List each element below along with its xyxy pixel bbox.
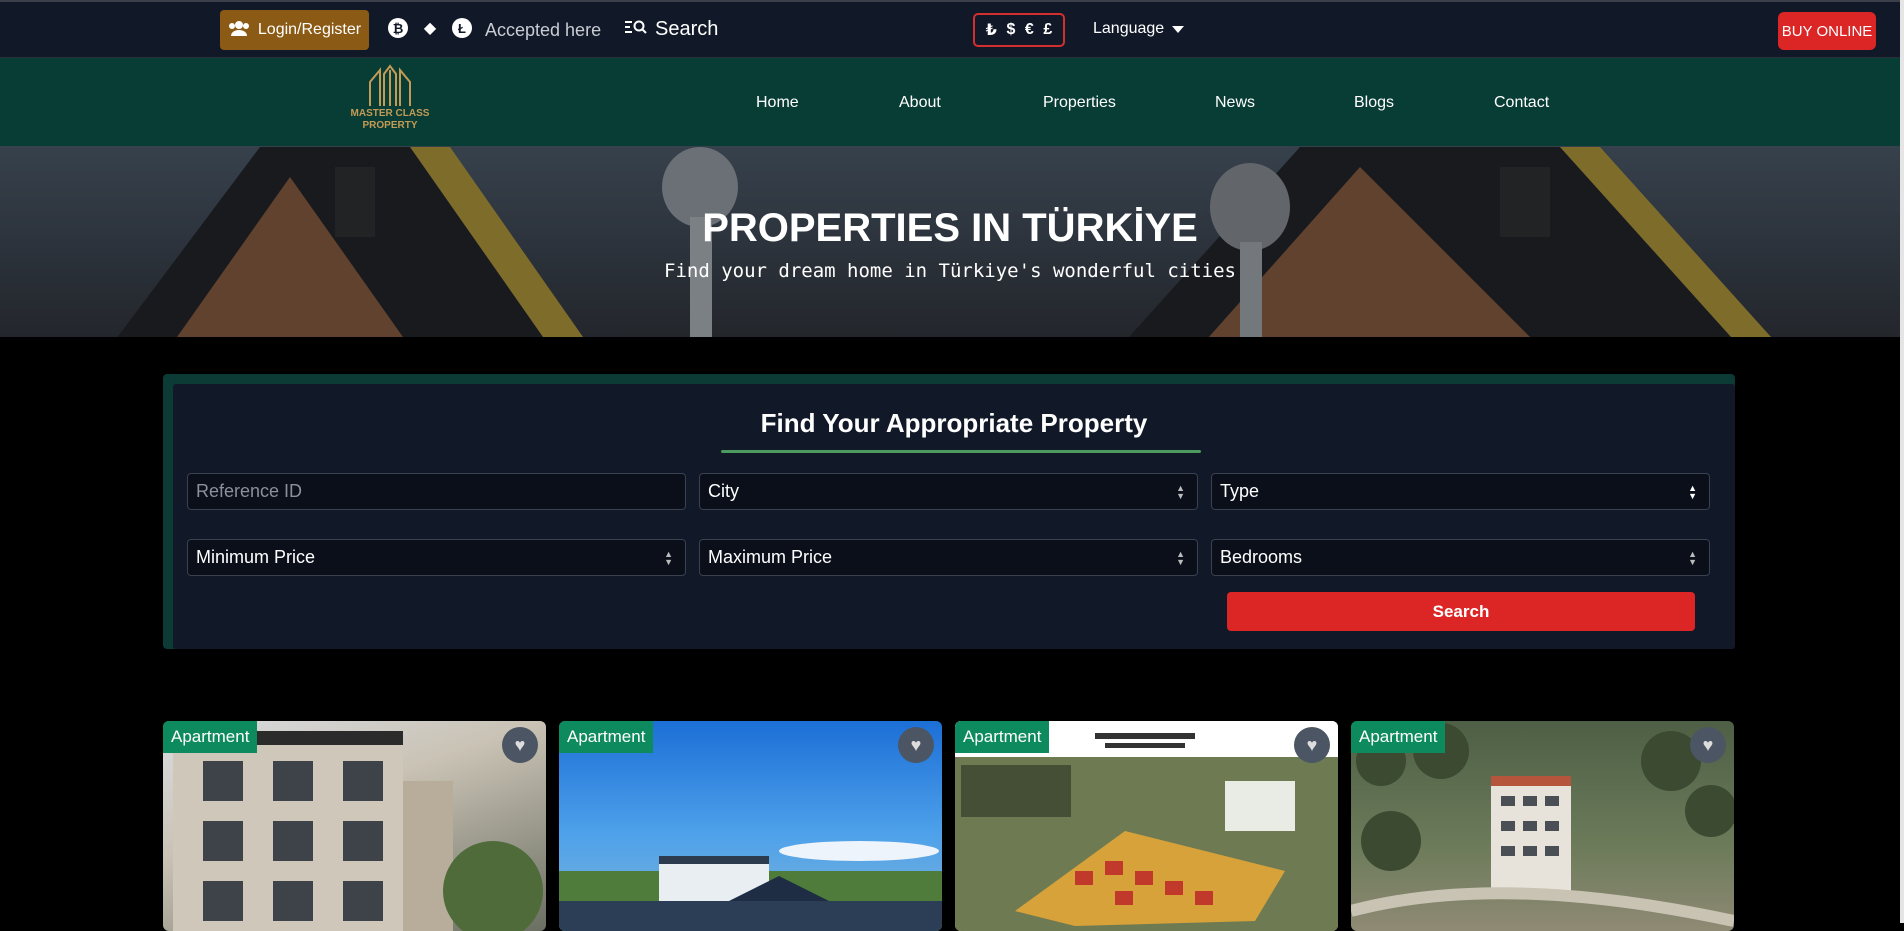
hero-banner: PROPERTIES IN TÜRKİYE Find your dream ho… bbox=[0, 146, 1900, 337]
login-register-label: Login/Register bbox=[257, 21, 362, 38]
heart-icon[interactable]: ♥ bbox=[1690, 727, 1726, 763]
currency-usd[interactable]: $ bbox=[1006, 21, 1015, 39]
property-card-2[interactable]: Apartment ♥ bbox=[559, 721, 942, 931]
hero-title: PROPERTIES IN TÜRKİYE bbox=[702, 206, 1198, 250]
select-arrows-icon: ▲ ▼ bbox=[1176, 549, 1185, 567]
title-underline bbox=[721, 450, 1201, 453]
main-navbar: MASTER CLASS PROPERTY Home About Propert… bbox=[0, 58, 1900, 146]
heart-icon[interactable]: ♥ bbox=[502, 727, 538, 763]
search-submit-button[interactable]: Search bbox=[1227, 592, 1695, 631]
type-select[interactable]: Type ▲ ▼ bbox=[1211, 473, 1710, 510]
logo-line-1: MASTER CLASS bbox=[350, 108, 430, 119]
currency-selector: ₺ $ € £ bbox=[973, 13, 1065, 47]
users-icon bbox=[228, 20, 250, 41]
logo-mark-icon bbox=[369, 64, 411, 106]
nav-news[interactable]: News bbox=[1215, 94, 1255, 112]
heart-icon[interactable]: ♥ bbox=[1294, 727, 1330, 763]
max-price-select[interactable]: Maximum Price ▲ ▼ bbox=[699, 539, 1198, 576]
caret-down-icon bbox=[1172, 25, 1185, 33]
type-select-value: Type bbox=[1220, 481, 1260, 501]
property-card-3[interactable]: Apartment ♥ bbox=[955, 721, 1338, 931]
language-dropdown[interactable]: Language bbox=[1093, 20, 1185, 38]
currency-try[interactable]: ₺ bbox=[986, 20, 997, 40]
select-arrows-icon: ▲ ▼ bbox=[1688, 483, 1697, 501]
select-arrows-icon: ▲ ▼ bbox=[1688, 549, 1697, 567]
property-type-badge: Apartment bbox=[163, 721, 258, 753]
hero-subtitle: Find your dream home in Türkiye's wonder… bbox=[664, 260, 1236, 282]
property-search-form: Find Your Appropriate Property Reference… bbox=[173, 384, 1735, 649]
bedrooms-value: Bedrooms bbox=[1220, 547, 1303, 567]
currency-eur[interactable]: € bbox=[1025, 21, 1034, 39]
min-price-select[interactable]: Minimum Price ▲ ▼ bbox=[187, 539, 686, 576]
nav-about[interactable]: About bbox=[899, 94, 941, 112]
ethereum-icon: ◆ bbox=[423, 20, 437, 37]
login-register-button[interactable]: Login/Register bbox=[220, 10, 369, 50]
nav-properties[interactable]: Properties bbox=[1043, 94, 1116, 112]
reference-id-input[interactable]: Reference ID bbox=[187, 473, 686, 510]
nav-blogs[interactable]: Blogs bbox=[1354, 94, 1394, 112]
city-select[interactable]: City ▲ ▼ bbox=[699, 473, 1198, 510]
top-search-label: Search bbox=[655, 18, 719, 40]
city-select-value: City bbox=[708, 481, 739, 501]
property-search-card: Find Your Appropriate Property Reference… bbox=[163, 374, 1735, 649]
select-arrows-icon: ▲ ▼ bbox=[1176, 483, 1185, 501]
nav-home[interactable]: Home bbox=[756, 94, 799, 112]
accepted-here-text: Accepted here bbox=[485, 20, 602, 40]
select-arrows-icon: ▲ ▼ bbox=[664, 549, 673, 567]
reference-id-placeholder: Reference ID bbox=[196, 481, 303, 501]
top-search-button[interactable]: Search bbox=[625, 18, 718, 41]
currency-gbp[interactable]: £ bbox=[1043, 21, 1052, 39]
property-type-badge: Apartment bbox=[559, 721, 654, 753]
heart-icon[interactable]: ♥ bbox=[898, 727, 934, 763]
top-bar: Login/Register ₿ ◆ Ł Accepted here Searc… bbox=[0, 0, 1900, 58]
logo-line-2: PROPERTY bbox=[362, 120, 418, 131]
property-card-1[interactable]: Apartment ♥ bbox=[163, 721, 546, 931]
min-price-value: Minimum Price bbox=[196, 547, 316, 567]
site-logo[interactable]: MASTER CLASS PROPERTY bbox=[350, 64, 430, 140]
search-form-title: Find Your Appropriate Property bbox=[760, 408, 1148, 438]
nav-contact[interactable]: Contact bbox=[1494, 94, 1549, 112]
max-price-value: Maximum Price bbox=[708, 547, 833, 567]
property-type-badge: Apartment bbox=[1351, 721, 1446, 753]
bitcoin-icon: ₿ bbox=[388, 18, 408, 38]
language-label: Language bbox=[1093, 20, 1165, 37]
litecoin-icon: Ł bbox=[452, 18, 472, 38]
buy-online-button[interactable]: BUY ONLINE bbox=[1778, 12, 1876, 50]
bedrooms-select[interactable]: Bedrooms ▲ ▼ bbox=[1211, 539, 1710, 576]
property-type-badge: Apartment bbox=[955, 721, 1050, 753]
search-list-icon bbox=[625, 18, 647, 41]
property-card-4[interactable]: Apartment ♥ bbox=[1351, 721, 1734, 931]
page-scrollbar[interactable] bbox=[1900, 0, 1904, 923]
